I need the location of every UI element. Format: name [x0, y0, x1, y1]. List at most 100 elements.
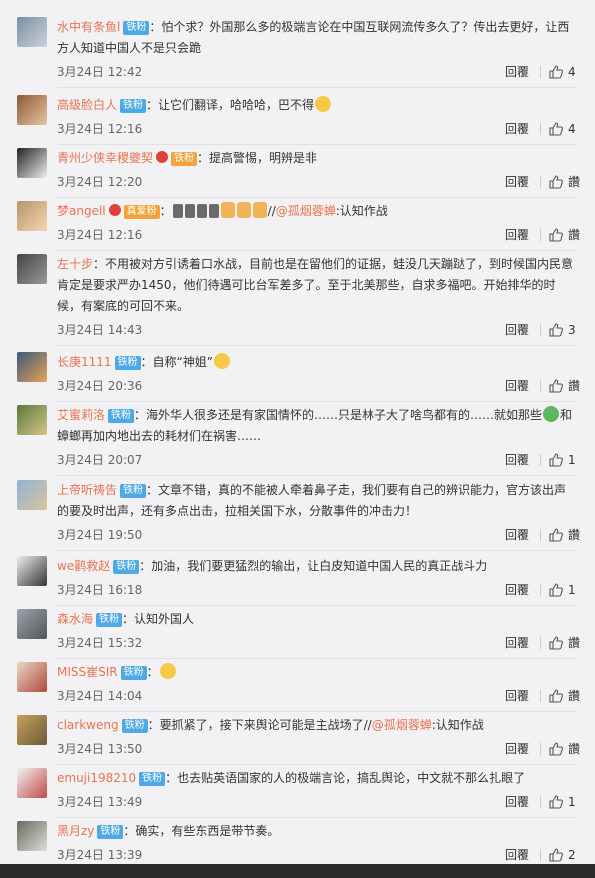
- username-link[interactable]: 长庚1111: [57, 355, 112, 369]
- username-link[interactable]: 艾蜜莉洛: [57, 408, 105, 422]
- comment-content: 高级脸白人 铁粉 ：让它们翻译，哈哈哈，巴不得: [57, 95, 577, 116]
- reply-button[interactable]: 回覆: [505, 320, 529, 340]
- comment-content: 艾蜜莉洛 铁粉 ：海外华人很多还是有家国情怀的……只是林子大了啥鸟都有的……就如那些…: [57, 405, 577, 447]
- meta-separator: [540, 529, 541, 541]
- username-link[interactable]: 梦angell: [57, 204, 106, 218]
- username-link[interactable]: clarkweng: [57, 718, 119, 732]
- username-link[interactable]: 高级脸白人: [57, 98, 117, 112]
- username-link[interactable]: 黑月zy: [57, 824, 94, 838]
- username-link[interactable]: 森水海: [57, 612, 93, 626]
- mention-link[interactable]: @孤烟蓉蝉: [372, 718, 432, 732]
- username-link[interactable]: 上帝听祷告: [57, 483, 117, 497]
- comment-meta: 3月24日 12:42 回覆 4: [57, 62, 577, 82]
- avatar[interactable]: [17, 17, 47, 47]
- fan-badge: 铁粉: [123, 21, 150, 35]
- comment-content: 左十步：不用被对方引诱着口水战，目前也是在留他们的证据，蛙没几天蹦跶了，到时候国…: [57, 254, 577, 317]
- reply-button[interactable]: 回覆: [505, 525, 529, 545]
- fan-badge: 铁粉: [139, 772, 166, 786]
- avatar[interactable]: [17, 95, 47, 125]
- username-link[interactable]: we鹳救赵: [57, 559, 110, 573]
- thumbs-up-icon: [549, 689, 563, 703]
- comment-divider: [57, 197, 577, 198]
- reply-button[interactable]: 回覆: [505, 686, 529, 706]
- reply-button[interactable]: 回覆: [505, 376, 529, 396]
- username-link[interactable]: 青州少侠幸稷夔契: [57, 151, 153, 165]
- avatar[interactable]: [17, 768, 47, 798]
- comment-divider: [57, 401, 577, 402]
- comment-text: ：海外华人很多还是有家国情怀的……只是林子大了啥鸟都有的……就如那些: [134, 408, 543, 422]
- comment-text: ：: [146, 665, 159, 679]
- like-count: 4: [568, 65, 576, 79]
- fist-emoji-icon: [252, 202, 267, 218]
- reply-button[interactable]: 回覆: [505, 225, 529, 245]
- reply-button[interactable]: 回覆: [505, 62, 529, 82]
- username-link[interactable]: 水中有条鱼l: [57, 20, 120, 34]
- avatar[interactable]: [17, 821, 47, 851]
- emoji-emoji-icon: [159, 663, 176, 679]
- comment-meta: 3月24日 13:49 回覆 1: [57, 792, 577, 812]
- like-count: 3: [568, 323, 576, 337]
- comment-text: //: [267, 204, 276, 218]
- meta-separator: [540, 176, 541, 188]
- avatar[interactable]: [17, 715, 47, 745]
- avatar[interactable]: [17, 405, 47, 435]
- meta-separator: [540, 123, 541, 135]
- fist-emoji-icon: [220, 202, 235, 218]
- avatar[interactable]: [17, 352, 47, 382]
- username-link[interactable]: 左十步: [57, 257, 93, 271]
- avatar[interactable]: [17, 662, 47, 692]
- timestamp: 3月24日 20:36: [57, 379, 143, 393]
- reply-button[interactable]: 回覆: [505, 119, 529, 139]
- avatar[interactable]: [17, 609, 47, 639]
- frog-emoji-icon: [543, 406, 560, 422]
- comment-content: 黑月zy 铁粉 ：确实，有些东西是带节奏。: [57, 821, 577, 842]
- comment-meta: 3月24日 20:07 回覆 1: [57, 450, 577, 470]
- comment-meta: 3月24日 20:36 回覆 讚: [57, 376, 580, 396]
- thumbs-up-icon: [549, 795, 563, 809]
- avatar[interactable]: [17, 480, 47, 510]
- timestamp: 3月24日 14:43: [57, 323, 143, 337]
- avatar[interactable]: [17, 556, 47, 586]
- box-emoji-icon: [196, 204, 207, 218]
- avatar[interactable]: [17, 201, 47, 231]
- meta-separator: [540, 454, 541, 466]
- reply-button[interactable]: 回覆: [505, 845, 529, 865]
- reply-button[interactable]: 回覆: [505, 633, 529, 653]
- comment-text: ：: [159, 204, 172, 218]
- thumbs-up-icon: [549, 175, 563, 189]
- like-count: 讚: [568, 228, 581, 242]
- comment-content: we鹳救赵 铁粉 ：加油，我们要更猛烈的输出，让白皮知道中国人民的真正战斗力: [57, 556, 577, 577]
- reply-button[interactable]: 回覆: [505, 580, 529, 600]
- meta-separator: [540, 690, 541, 702]
- like-count: 讚: [568, 636, 581, 650]
- avatar[interactable]: [17, 148, 47, 178]
- thumbs-up-icon: [549, 65, 563, 79]
- username-link[interactable]: emuji198210: [57, 771, 136, 785]
- meta-separator: [540, 584, 541, 596]
- avatar[interactable]: [17, 254, 47, 284]
- crown-icon: [156, 151, 169, 163]
- meta-separator: [540, 637, 541, 649]
- reply-button[interactable]: 回覆: [505, 739, 529, 759]
- thumbs-up-icon: [549, 528, 563, 542]
- fan-badge: 真爱粉: [123, 205, 160, 219]
- username-link[interactable]: MISS崔SIR: [57, 665, 118, 679]
- comment-meta: 3月24日 13:50 回覆 讚: [57, 739, 581, 759]
- reply-button[interactable]: 回覆: [505, 172, 529, 192]
- timestamp: 3月24日 12:42: [57, 65, 143, 79]
- reply-button[interactable]: 回覆: [505, 792, 529, 812]
- mention-link[interactable]: @孤烟蓉蝉: [276, 204, 336, 218]
- meta-separator: [540, 796, 541, 808]
- comment-divider: [57, 144, 577, 145]
- reply-button[interactable]: 回覆: [505, 450, 529, 470]
- box-emoji-icon: [172, 204, 183, 218]
- comment-divider: [57, 817, 577, 818]
- fan-badge: 铁粉: [114, 356, 141, 370]
- thumbs-up-icon: [549, 742, 563, 756]
- like-count: 1: [568, 795, 576, 809]
- comment-content: 长庚1111 铁粉 ：自称“神姐”: [57, 352, 577, 373]
- comment-content: MISS崔SIR 铁粉：: [57, 662, 577, 683]
- meta-separator: [540, 229, 541, 241]
- timestamp: 3月24日 12:16: [57, 228, 143, 242]
- like-count: 讚: [568, 742, 581, 756]
